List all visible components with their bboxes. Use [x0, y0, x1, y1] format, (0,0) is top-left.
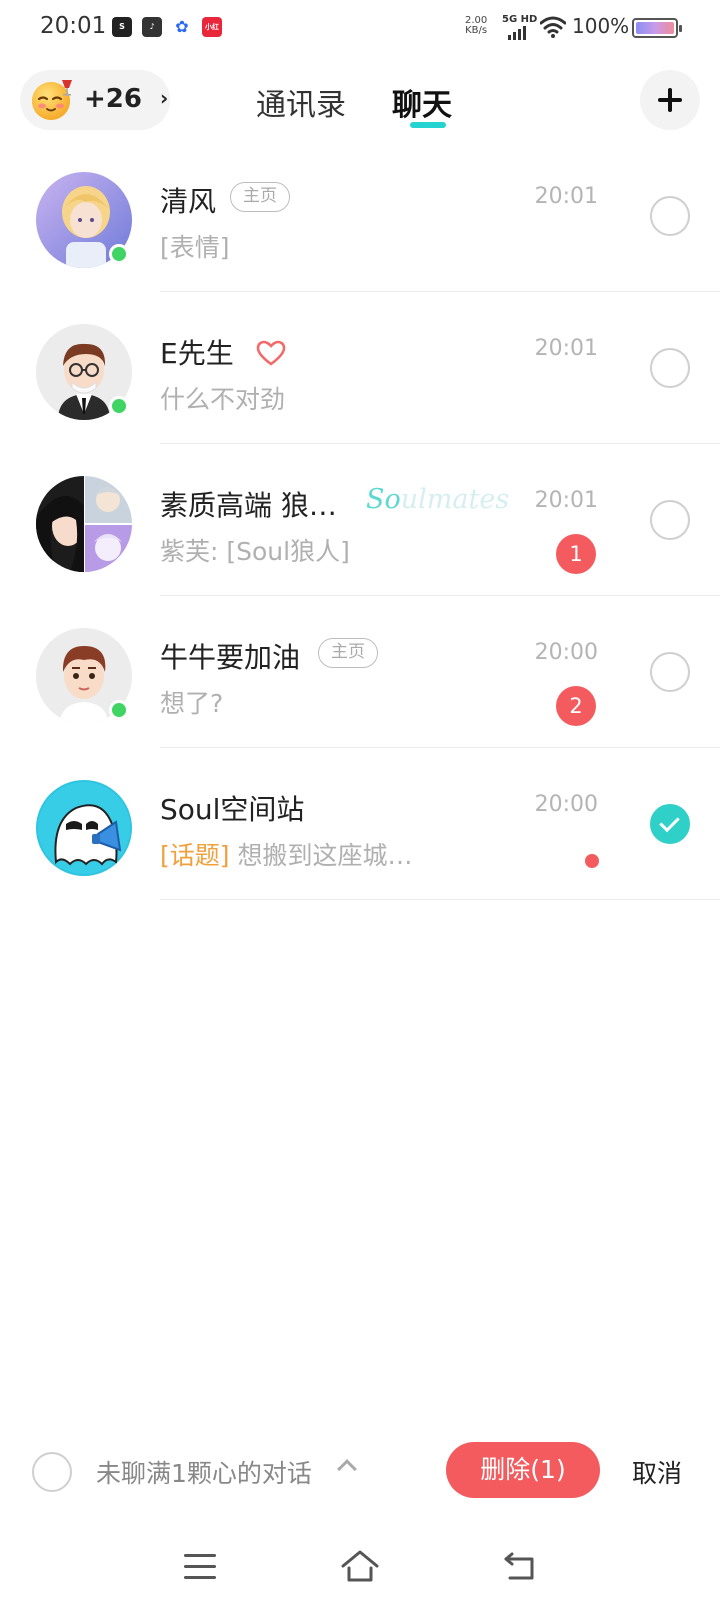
- cancel-button[interactable]: 取消: [632, 1454, 682, 1490]
- active-tab-indicator: [410, 122, 446, 128]
- tab-contacts[interactable]: 通讯录: [256, 80, 346, 124]
- wifi-icon: [540, 16, 566, 38]
- chat-name: E先生: [160, 337, 234, 370]
- chat-name: 清风: [160, 185, 217, 218]
- add-button[interactable]: [640, 70, 700, 130]
- signal-icon: 5G HD: [502, 14, 537, 40]
- chat-list: 清风 主页 20:01 [表情] E先生 20:01 什么不对劲 素质高端 狼……: [0, 140, 720, 900]
- filter-label[interactable]: 未聊满1颗心的对话: [96, 1454, 312, 1490]
- chat-time: 20:01: [534, 336, 598, 361]
- chat-row-group[interactable]: 素质高端 狼… Soulmates 20:01 紫芙: [Soul狼人] 1: [0, 444, 720, 596]
- chat-row-qingfeng[interactable]: 清风 主页 20:01 [表情]: [0, 140, 720, 292]
- chat-time: 20:00: [534, 792, 598, 817]
- chat-time: 20:01: [534, 488, 598, 513]
- mood-pill[interactable]: +26 ›: [20, 70, 170, 130]
- chat-row-soul-station[interactable]: Soul空间站 20:00 [话题] 想搬到这座城…: [0, 748, 720, 900]
- bulk-action-bar: 未聊满1颗心的对话 删除(1) 取消: [0, 1436, 720, 1506]
- chat-preview: 想了?: [160, 689, 224, 718]
- online-indicator: [109, 700, 129, 720]
- chat-name: 素质高端 狼…: [160, 489, 337, 522]
- soul-app-icon: S: [112, 17, 132, 37]
- battery-icon: [632, 18, 682, 38]
- select-checkbox[interactable]: [650, 196, 690, 236]
- mood-count: +26: [84, 84, 142, 114]
- status-time: 20:01: [40, 13, 107, 39]
- homepage-tag[interactable]: 主页: [318, 638, 378, 668]
- menu-icon[interactable]: [184, 1554, 216, 1580]
- online-indicator: [109, 396, 129, 416]
- chat-row-niuniu[interactable]: 牛牛要加油 主页 20:00 想了? 2: [0, 596, 720, 748]
- tiktok-app-icon: ♪: [142, 17, 162, 37]
- xiaohongshu-app-icon: 小红: [202, 17, 222, 37]
- select-checkbox[interactable]: [650, 348, 690, 388]
- unread-badge: 2: [556, 686, 596, 726]
- select-checkbox[interactable]: [650, 652, 690, 692]
- system-nav-bar: [0, 1540, 720, 1600]
- chat-preview: 什么不对劲: [160, 385, 286, 414]
- status-bar: 20:01 S ♪ ✿ 小红 2.00 KB/s 5G HD 100%: [0, 0, 720, 56]
- delete-button[interactable]: 删除(1): [446, 1442, 600, 1498]
- chat-name: 牛牛要加油: [160, 641, 301, 674]
- group-avatar[interactable]: [36, 476, 132, 572]
- row-divider: [160, 899, 720, 900]
- online-indicator: [109, 244, 129, 264]
- homepage-tag[interactable]: 主页: [230, 182, 290, 212]
- filter-checkbox[interactable]: [32, 1452, 72, 1492]
- avatar[interactable]: [36, 780, 132, 876]
- heart-icon: [256, 340, 286, 366]
- chat-preview: [话题] 想搬到这座城…: [160, 841, 413, 870]
- net-speed: 2.00 KB/s: [465, 15, 488, 36]
- baidu-app-icon: ✿: [175, 17, 189, 36]
- chevron-up-icon[interactable]: [337, 1459, 357, 1479]
- battery-percent: 100%: [572, 14, 630, 38]
- chat-preview: [表情]: [160, 233, 230, 262]
- chat-time: 20:00: [534, 640, 598, 665]
- chat-time: 20:01: [534, 184, 598, 209]
- select-checkbox-checked[interactable]: [650, 804, 690, 844]
- unread-dot: [585, 854, 599, 868]
- tab-chat[interactable]: 聊天: [392, 80, 452, 124]
- app-header: +26 › 通讯录 聊天: [0, 62, 720, 136]
- emoji-avatar-icon: [32, 80, 72, 120]
- chat-preview: 紫芙: [Soul狼人]: [160, 537, 350, 566]
- select-checkbox[interactable]: [650, 500, 690, 540]
- home-icon[interactable]: [340, 1548, 380, 1584]
- chat-name: Soul空间站: [160, 793, 305, 826]
- soulmates-watermark: Soulmates: [366, 484, 510, 515]
- chevron-right-icon: ›: [160, 86, 169, 110]
- unread-badge: 1: [556, 534, 596, 574]
- back-icon[interactable]: [502, 1550, 538, 1582]
- chat-row-mr-e[interactable]: E先生 20:01 什么不对劲: [0, 292, 720, 444]
- topic-label: [话题]: [160, 841, 230, 870]
